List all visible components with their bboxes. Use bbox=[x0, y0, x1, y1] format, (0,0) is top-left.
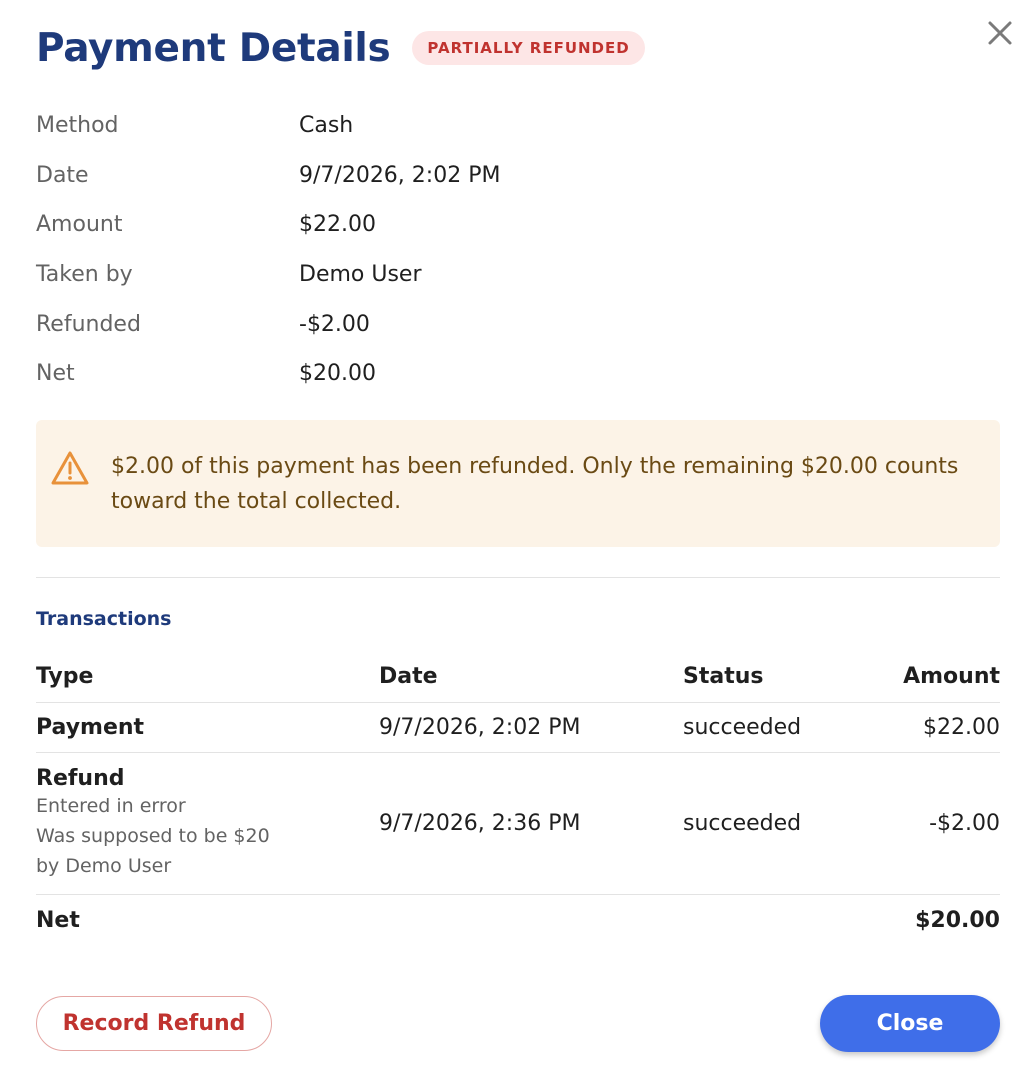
column-header-type: Type bbox=[36, 663, 94, 689]
detail-value: Cash bbox=[299, 113, 354, 139]
refund-note: Was supposed to be $20 bbox=[36, 825, 270, 847]
transaction-amount: -$2.00 bbox=[883, 752, 1000, 895]
table-header-row: Type Date Status Amount bbox=[36, 650, 1000, 703]
transaction-amount: $22.00 bbox=[883, 702, 1000, 753]
close-button[interactable]: Close bbox=[820, 995, 1000, 1052]
column-header-status: Status bbox=[683, 663, 764, 689]
notice-text: $2.00 of this payment has been refunded.… bbox=[111, 454, 959, 514]
empty-cell bbox=[683, 894, 883, 945]
detail-value: -$2.00 bbox=[299, 311, 370, 337]
transaction-type: Refund Entered in error Was supposed to … bbox=[36, 752, 379, 895]
payment-details-list: Method Cash Date 9/7/2026, 2:02 PM Amoun… bbox=[36, 101, 996, 399]
table-row: Refund Entered in error Was supposed to … bbox=[36, 752, 1000, 895]
column-header-date: Date bbox=[379, 663, 438, 689]
payment-details-modal: Payment Details PARTIALLY REFUNDED Metho… bbox=[0, 0, 1024, 1066]
transaction-type-label: Refund bbox=[36, 766, 125, 791]
transactions-table: Type Date Status Amount Payment 9/7/2026… bbox=[36, 650, 1000, 945]
transaction-date: 9/7/2026, 2:36 PM bbox=[379, 752, 683, 895]
transaction-type: Payment bbox=[36, 702, 379, 753]
table-row: Payment 9/7/2026, 2:02 PM succeeded $22.… bbox=[36, 702, 1000, 753]
detail-label: Net bbox=[36, 361, 75, 387]
empty-cell bbox=[379, 894, 683, 945]
refund-reason: Entered in error bbox=[36, 795, 186, 817]
detail-row-amount: Amount $22.00 bbox=[36, 200, 996, 250]
detail-label: Amount bbox=[36, 212, 123, 238]
table-net-row: Net $20.00 bbox=[36, 894, 1000, 945]
column-header-amount: Amount bbox=[903, 663, 1000, 689]
close-icon[interactable] bbox=[984, 17, 1016, 49]
record-refund-button[interactable]: Record Refund bbox=[36, 996, 272, 1051]
transaction-date: 9/7/2026, 2:02 PM bbox=[379, 702, 683, 753]
detail-label: Method bbox=[36, 113, 119, 139]
detail-value: $22.00 bbox=[299, 212, 376, 238]
modal-header: Payment Details PARTIALLY REFUNDED bbox=[36, 22, 645, 74]
status-badge: PARTIALLY REFUNDED bbox=[412, 31, 645, 65]
net-label: Net bbox=[36, 894, 379, 945]
detail-row-refunded: Refunded -$2.00 bbox=[36, 299, 996, 349]
section-divider bbox=[36, 577, 1000, 578]
detail-row-date: Date 9/7/2026, 2:02 PM bbox=[36, 151, 996, 201]
detail-label: Refunded bbox=[36, 311, 141, 337]
transactions-heading: Transactions bbox=[36, 608, 172, 630]
detail-row-taken-by: Taken by Demo User bbox=[36, 250, 996, 300]
detail-label: Taken by bbox=[36, 262, 133, 288]
detail-label: Date bbox=[36, 162, 89, 188]
page-title: Payment Details bbox=[36, 25, 391, 71]
detail-row-net: Net $20.00 bbox=[36, 349, 996, 399]
detail-value: $20.00 bbox=[299, 361, 376, 387]
detail-value: 9/7/2026, 2:02 PM bbox=[299, 162, 501, 188]
refund-notice: $2.00 of this payment has been refunded.… bbox=[36, 420, 1000, 547]
refund-author: by Demo User bbox=[36, 855, 172, 877]
transaction-status: succeeded bbox=[683, 702, 883, 753]
transaction-status: succeeded bbox=[683, 752, 883, 895]
detail-row-method: Method Cash bbox=[36, 101, 996, 151]
net-amount: $20.00 bbox=[883, 894, 1000, 945]
warning-icon bbox=[50, 450, 90, 486]
detail-value: Demo User bbox=[299, 262, 422, 288]
